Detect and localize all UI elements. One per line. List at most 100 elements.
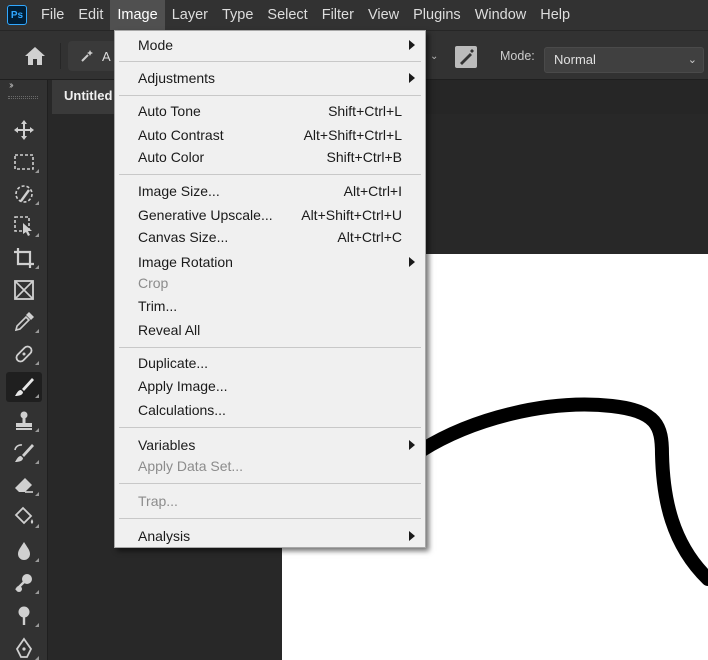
pen-icon: [15, 637, 33, 658]
collapse-panel-icon[interactable]: ››: [9, 80, 13, 91]
sparkle-brush-icon: [81, 50, 93, 62]
frame-tool[interactable]: [6, 275, 42, 305]
history-brush-tool[interactable]: [6, 438, 42, 468]
rectangle-marquee-icon: [14, 154, 34, 170]
menu-item-label: Crop: [138, 275, 169, 291]
eraser-icon: [15, 478, 33, 493]
menu-layer[interactable]: Layer: [165, 0, 215, 30]
pen-tool[interactable]: [6, 634, 42, 660]
photoshop-logo: Ps: [7, 5, 27, 25]
menu-separator: [119, 174, 421, 175]
pressure-brush-button[interactable]: [455, 46, 477, 68]
menu-item-trap: Trap...: [115, 490, 425, 512]
image-menu-dropdown: Mode Adjustments Auto Tone Shift+Ctrl+L …: [114, 30, 426, 548]
preset-label: A: [102, 48, 111, 64]
menu-item-generative-upscale[interactable]: Generative Upscale... Alt+Shift+Ctrl+U: [115, 204, 425, 226]
menu-plugins[interactable]: Plugins: [406, 0, 468, 30]
menu-item-shortcut: Alt+Shift+Ctrl+U: [301, 207, 402, 223]
quick-selection-tool[interactable]: [6, 179, 42, 209]
menu-item-auto-tone[interactable]: Auto Tone Shift+Ctrl+L: [115, 100, 425, 122]
menu-item-label: Image Rotation: [138, 254, 233, 270]
menu-item-apply-image[interactable]: Apply Image...: [115, 375, 425, 397]
document-tab[interactable]: Untitled: [52, 80, 122, 114]
crop-icon: [14, 248, 34, 268]
chevron-down-icon[interactable]: ⌄: [430, 51, 438, 62]
menu-item-label: Analysis: [138, 528, 191, 544]
paint-bucket-tool[interactable]: [6, 502, 42, 532]
menu-item-apply-data-set: Apply Data Set...: [115, 455, 425, 477]
panel-grip[interactable]: [8, 96, 38, 99]
blend-mode-value: Normal: [554, 52, 596, 67]
menu-item-canvas-size[interactable]: Canvas Size... Alt+Ctrl+C: [115, 226, 425, 248]
menu-view[interactable]: View: [361, 0, 406, 30]
history-brush-icon: [14, 444, 34, 462]
home-button[interactable]: [18, 43, 52, 69]
menu-item-label: Calculations...: [138, 402, 226, 418]
menu-item-label: Auto Contrast: [138, 127, 224, 143]
menu-edit[interactable]: Edit: [71, 0, 110, 30]
crop-tool[interactable]: [6, 243, 42, 273]
menu-select[interactable]: Select: [260, 0, 314, 30]
menu-item-trim[interactable]: Trim...: [115, 295, 425, 317]
home-icon: [25, 47, 45, 65]
menu-item-label: Apply Data Set...: [138, 458, 244, 474]
menu-item-auto-color[interactable]: Auto Color Shift+Ctrl+B: [115, 146, 425, 168]
menu-item-label: Auto Color: [138, 149, 205, 165]
menu-item-image-size[interactable]: Image Size... Alt+Ctrl+I: [115, 180, 425, 202]
dodge-icon: [15, 574, 32, 592]
menu-separator: [119, 518, 421, 519]
blur-tool[interactable]: [6, 536, 42, 566]
menu-filter[interactable]: Filter: [315, 0, 361, 30]
menu-item-duplicate[interactable]: Duplicate...: [115, 352, 425, 374]
menu-separator: [119, 95, 421, 96]
healing-brush-tool[interactable]: [6, 339, 42, 369]
photoshop-window: Ps File Edit Image Layer Type Select Fil…: [0, 0, 708, 660]
eraser-tool[interactable]: [6, 470, 42, 500]
object-selection-icon: [14, 216, 32, 236]
mode-label: Mode:: [500, 49, 535, 63]
menu-item-reveal-all[interactable]: Reveal All: [115, 319, 425, 341]
menu-bar: Ps File Edit Image Layer Type Select Fil…: [0, 0, 708, 30]
clone-stamp-tool[interactable]: [6, 406, 42, 436]
dodge-tool-2[interactable]: [6, 601, 42, 631]
menu-item-label: Trim...: [138, 298, 178, 314]
brush-tool[interactable]: [6, 372, 42, 402]
tools-panel: ››: [0, 80, 48, 660]
move-tool[interactable]: [6, 115, 42, 145]
menu-type[interactable]: Type: [215, 0, 260, 30]
menu-item-analysis[interactable]: Analysis: [115, 525, 425, 547]
menu-separator: [119, 347, 421, 348]
menu-item-auto-contrast[interactable]: Auto Contrast Alt+Shift+Ctrl+L: [115, 124, 425, 146]
menu-item-label: Duplicate...: [138, 355, 209, 371]
brush-icon: [15, 378, 34, 396]
menu-item-image-rotation[interactable]: Image Rotation: [115, 251, 425, 273]
menu-item-variables[interactable]: Variables: [115, 434, 425, 456]
eyedropper-tool[interactable]: [6, 307, 42, 337]
blend-mode-select[interactable]: Normal ⌄: [544, 47, 704, 73]
options-divider: [60, 43, 61, 69]
menu-image[interactable]: Image: [110, 0, 165, 30]
marquee-tool[interactable]: [6, 147, 42, 177]
eyedropper-icon: [14, 312, 34, 332]
chevron-down-icon: ⌄: [687, 54, 697, 66]
menu-file[interactable]: File: [34, 0, 71, 30]
menu-item-label: Adjustments: [138, 70, 216, 86]
submenu-arrow-icon: [409, 40, 415, 50]
dodge-tool[interactable]: [6, 568, 42, 598]
menu-item-shortcut: Alt+Ctrl+I: [343, 183, 402, 199]
menu-item-calculations[interactable]: Calculations...: [115, 399, 425, 421]
menu-item-mode[interactable]: Mode: [115, 34, 425, 56]
frame-icon: [14, 280, 34, 300]
menu-window[interactable]: Window: [468, 0, 534, 30]
menu-separator: [119, 427, 421, 428]
object-selection-tool[interactable]: [6, 211, 42, 241]
bandage-icon: [15, 345, 33, 363]
menu-item-label: Variables: [138, 437, 196, 453]
menu-help[interactable]: Help: [533, 0, 577, 30]
move-icon: [14, 120, 34, 140]
menu-item-shortcut: Alt+Shift+Ctrl+L: [303, 127, 402, 143]
menu-item-shortcut: Shift+Ctrl+L: [328, 103, 402, 119]
pen-pressure-icon: [460, 49, 474, 65]
submenu-arrow-icon: [409, 257, 415, 267]
menu-item-adjustments[interactable]: Adjustments: [115, 67, 425, 89]
